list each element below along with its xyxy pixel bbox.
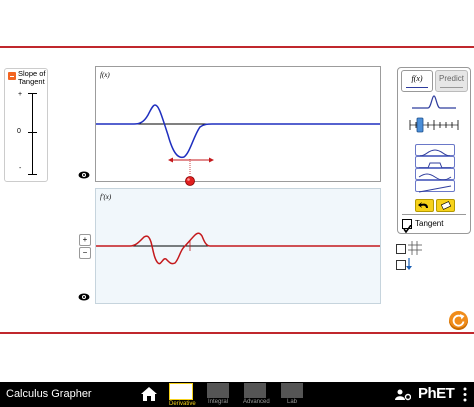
checkmark-icon xyxy=(403,224,412,234)
eye-icon[interactable] xyxy=(78,293,90,301)
kebab-menu-icon[interactable] xyxy=(463,387,467,402)
derivative-screen-icon xyxy=(169,383,193,400)
tangent-right-arrow xyxy=(209,157,214,163)
grid-icon xyxy=(408,241,422,255)
slope-of-tangent-accordion[interactable]: Slope of Tangent + 0 - xyxy=(4,68,48,182)
slope-max-tick xyxy=(28,93,37,94)
navigation-bar: Calculus Grapher Derivative Integral Adv… xyxy=(0,382,474,407)
tangent-point-handle[interactable] xyxy=(184,175,196,187)
function-graph[interactable]: f(x) xyxy=(95,66,381,182)
screen-label-advanced: Advanced xyxy=(243,399,270,405)
slope-minus-label: - xyxy=(19,165,22,172)
erase-button[interactable] xyxy=(436,199,455,212)
bottom-divider-line xyxy=(0,332,474,334)
eye-icon[interactable] xyxy=(78,171,90,179)
grid-checkbox[interactable] xyxy=(396,244,406,254)
derivative-graph[interactable]: f′(x) xyxy=(95,188,381,304)
tangent-checkbox[interactable] xyxy=(402,219,412,234)
advanced-screen-icon xyxy=(244,383,266,398)
reset-icon xyxy=(452,314,465,327)
phet-logo[interactable]: PhET xyxy=(418,385,455,402)
tilt-line-shape-button[interactable] xyxy=(415,180,455,193)
screen-button-lab[interactable]: Lab xyxy=(280,382,304,405)
width-slider[interactable] xyxy=(408,116,460,134)
home-icon[interactable] xyxy=(141,387,157,401)
slope-zero-label: 0 xyxy=(17,128,21,135)
slope-min-tick xyxy=(28,174,37,175)
zoom-in-button[interactable]: + xyxy=(79,234,91,246)
screen-label-derivative: Derivative xyxy=(169,401,196,407)
tab-original-function[interactable]: f(x) xyxy=(401,70,433,92)
collapse-icon[interactable] xyxy=(8,72,16,80)
tangent-left-arrow xyxy=(168,157,173,163)
preferences-icon[interactable] xyxy=(395,389,411,401)
derivative-graph-plot xyxy=(96,232,380,265)
slope-plus-label: + xyxy=(18,91,23,98)
slope-meter-track xyxy=(32,93,33,175)
tab-predict[interactable]: Predict xyxy=(435,70,468,92)
slope-zero-tick xyxy=(28,132,37,133)
pedestal-shape-button[interactable] xyxy=(415,156,455,169)
lab-screen-icon xyxy=(281,383,303,398)
integral-screen-icon xyxy=(207,383,229,398)
reference-line-icon xyxy=(406,258,412,270)
screen-button-derivative[interactable]: Derivative xyxy=(169,382,196,407)
function-curve[interactable] xyxy=(96,104,380,159)
undo-button[interactable] xyxy=(415,199,434,212)
eraser-icon xyxy=(440,201,452,210)
app-title: Calculus Grapher xyxy=(6,388,92,400)
zoom-out-button[interactable]: − xyxy=(79,247,91,259)
curve-shape-preview xyxy=(412,95,456,109)
screen-label-lab: Lab xyxy=(286,399,297,405)
derivative-curve xyxy=(96,232,380,265)
tangent-label: Tangent xyxy=(415,219,444,228)
hills-shape-button[interactable] xyxy=(415,144,455,157)
function-graph-plot[interactable] xyxy=(96,67,380,181)
screen-button-advanced[interactable]: Advanced xyxy=(243,382,270,405)
screen-label-integral: Integral xyxy=(207,399,228,405)
reset-all-button[interactable] xyxy=(449,311,468,330)
undo-icon xyxy=(418,202,428,208)
screen-button-integral[interactable]: Integral xyxy=(206,382,230,405)
panel-divider xyxy=(402,214,466,215)
slope-panel-title: Slope of Tangent xyxy=(18,69,46,86)
sinusoid-shape-button[interactable] xyxy=(415,168,455,181)
top-divider-line xyxy=(0,46,474,48)
curve-manipulation-panel: f(x) Predict Tangent xyxy=(397,67,471,234)
